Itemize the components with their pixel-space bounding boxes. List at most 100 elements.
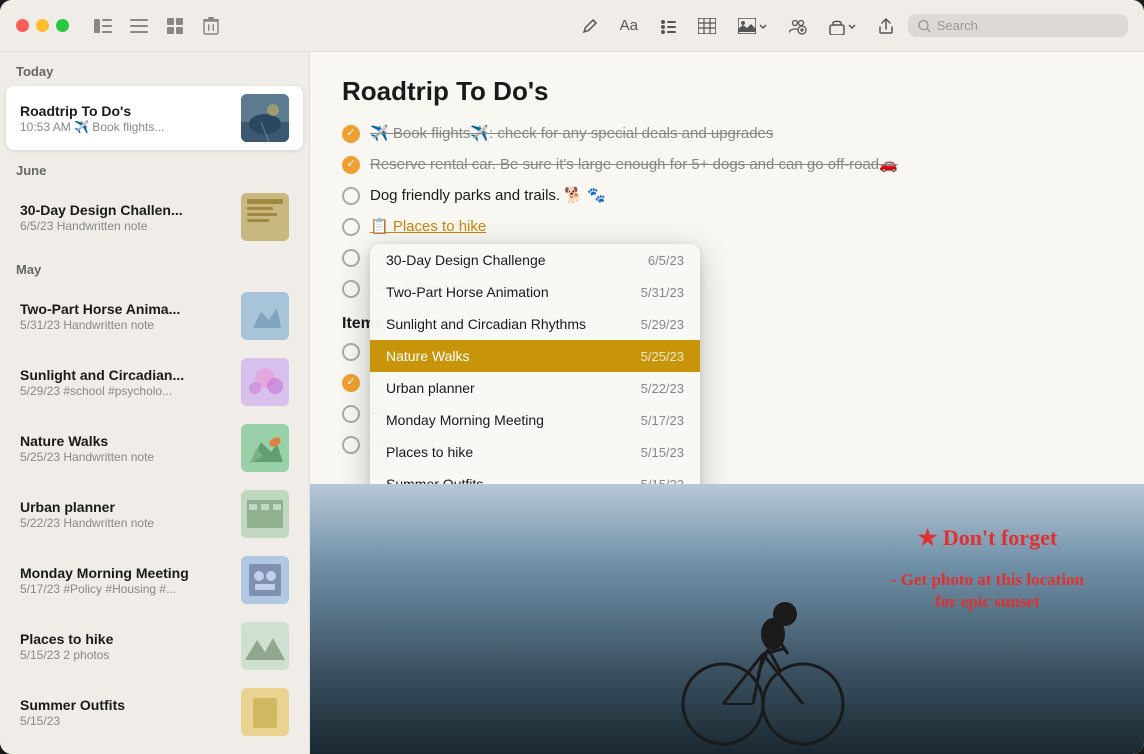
silhouette-figure bbox=[673, 554, 853, 754]
dropdown-item-title: Nature Walks bbox=[386, 348, 470, 364]
autocomplete-dropdown[interactable]: 30-Day Design Challenge 6/5/23 Two-Part … bbox=[370, 244, 700, 484]
checklist-link-4[interactable]: 📋 Places to hike bbox=[370, 216, 486, 237]
dropdown-item-3[interactable]: Nature Walks 5/25/23 bbox=[370, 340, 700, 372]
format-button[interactable] bbox=[652, 13, 684, 39]
note-item-nature[interactable]: Nature Walks 5/25/23 Handwritten note bbox=[6, 416, 303, 480]
minimize-button[interactable] bbox=[36, 19, 49, 32]
sidebar: Today Roadtrip To Do's 10:53 AM ✈️ Book … bbox=[0, 52, 310, 754]
note-title: Places to hike bbox=[20, 631, 231, 647]
dropdown-item-4[interactable]: Urban planner 5/22/23 bbox=[370, 372, 700, 404]
gallery-icon bbox=[167, 18, 183, 34]
note-thumbnail bbox=[241, 193, 289, 241]
note-thumbnail bbox=[241, 490, 289, 538]
trash-icon bbox=[203, 17, 219, 35]
note-title: Urban planner bbox=[20, 499, 231, 515]
search-bar[interactable] bbox=[908, 14, 1128, 37]
section-june: June bbox=[0, 151, 309, 184]
compose-button[interactable] bbox=[574, 13, 606, 39]
note-meta: 5/29/23 #school #psycholo... bbox=[20, 384, 231, 398]
checkbox-5[interactable] bbox=[342, 249, 360, 267]
font-button[interactable]: Aa bbox=[612, 12, 646, 39]
checkbox-6[interactable] bbox=[342, 280, 360, 298]
dropdown-item-title: Two-Part Horse Animation bbox=[386, 284, 549, 300]
section-checkbox-4[interactable] bbox=[342, 436, 360, 454]
note-meta: 5/15/23 2 photos bbox=[20, 648, 231, 662]
toolbar-right: Aa bbox=[574, 12, 1128, 40]
note-title: Summer Outfits bbox=[20, 697, 231, 713]
checkbox-2[interactable]: ✓ bbox=[342, 156, 360, 174]
delete-button[interactable] bbox=[197, 12, 225, 40]
list-view-button[interactable] bbox=[125, 12, 153, 40]
dropdown-item-date: 5/17/23 bbox=[641, 413, 684, 428]
note-item-monday[interactable]: Monday Morning Meeting 5/17/23 #Policy #… bbox=[6, 548, 303, 612]
media-button[interactable] bbox=[730, 13, 775, 39]
table-button[interactable] bbox=[690, 13, 724, 39]
thumb-image bbox=[241, 94, 289, 142]
search-icon bbox=[918, 19, 931, 33]
checkbox-1[interactable]: ✓ bbox=[342, 125, 360, 143]
list-icon bbox=[130, 19, 148, 33]
dropdown-item-1[interactable]: Two-Part Horse Animation 5/31/23 bbox=[370, 276, 700, 308]
checklist-item-1: ✓ ✈️ Book flights✈️: check for any speci… bbox=[342, 123, 1112, 144]
share-icon bbox=[878, 17, 894, 35]
note-item-horse[interactable]: Two-Part Horse Anima... 5/31/23 Handwrit… bbox=[6, 284, 303, 348]
collab-button[interactable] bbox=[781, 12, 815, 40]
sidebar-toggle-button[interactable] bbox=[89, 12, 117, 40]
note-meta: 10:53 AM ✈️ Book flights... bbox=[20, 120, 231, 134]
checkbox-3[interactable] bbox=[342, 187, 360, 205]
note-title: Sunlight and Circadian... bbox=[20, 367, 231, 383]
dropdown-item-title: Sunlight and Circadian Rhythms bbox=[386, 316, 586, 332]
checklist-text-3: Dog friendly parks and trails. 🐕 🐾 bbox=[370, 185, 606, 206]
section-checkbox-2[interactable]: ✓ bbox=[342, 374, 360, 392]
lock-button[interactable] bbox=[821, 12, 864, 40]
thumb-image bbox=[241, 622, 289, 670]
thumb-image bbox=[241, 424, 289, 472]
note-item-summer[interactable]: Summer Outfits 5/15/23 bbox=[6, 680, 303, 744]
note-thumbnail bbox=[241, 622, 289, 670]
note-title: Nature Walks bbox=[20, 433, 231, 449]
note-title: 30-Day Design Challen... bbox=[20, 202, 231, 218]
chevron-down-icon bbox=[759, 22, 767, 30]
format-icon bbox=[660, 18, 676, 34]
thumb-image bbox=[241, 358, 289, 406]
note-info: Places to hike 5/15/23 2 photos bbox=[20, 631, 231, 662]
section-checkbox-1[interactable] bbox=[342, 343, 360, 361]
note-item-hike[interactable]: Places to hike 5/15/23 2 photos bbox=[6, 614, 303, 678]
checkbox-4[interactable] bbox=[342, 218, 360, 236]
checklist-item-2: ✓ Reserve rental car. Be sure it's large… bbox=[342, 154, 1112, 175]
note-item-roadtrip[interactable]: Roadtrip To Do's 10:53 AM ✈️ Book flight… bbox=[6, 86, 303, 150]
section-checkbox-3[interactable] bbox=[342, 405, 360, 423]
note-info: Monday Morning Meeting 5/17/23 #Policy #… bbox=[20, 565, 231, 596]
lock-chevron-icon bbox=[848, 22, 856, 30]
gallery-view-button[interactable] bbox=[161, 12, 189, 40]
note-editor: Roadtrip To Do's ✓ ✈️ Book flights✈️: ch… bbox=[310, 52, 1144, 754]
dropdown-item-5[interactable]: Monday Morning Meeting 5/17/23 bbox=[370, 404, 700, 436]
note-item-urban[interactable]: Urban planner 5/22/23 Handwritten note bbox=[6, 482, 303, 546]
note-item-30day[interactable]: 30-Day Design Challen... 6/5/23 Handwrit… bbox=[6, 185, 303, 249]
thumb-image bbox=[241, 688, 289, 736]
note-meta: 5/15/23 bbox=[20, 714, 231, 728]
section-may: May bbox=[0, 250, 309, 283]
share-button[interactable] bbox=[870, 12, 902, 40]
dropdown-item-0[interactable]: 30-Day Design Challenge 6/5/23 bbox=[370, 244, 700, 276]
dropdown-item-date: 5/15/23 bbox=[641, 477, 684, 485]
search-input[interactable] bbox=[937, 18, 1118, 33]
dropdown-item-2[interactable]: Sunlight and Circadian Rhythms 5/29/23 bbox=[370, 308, 700, 340]
dropdown-item-6[interactable]: Places to hike 5/15/23 bbox=[370, 436, 700, 468]
maximize-button[interactable] bbox=[56, 19, 69, 32]
handwritten-line3: for epic sunset bbox=[891, 591, 1084, 613]
dropdown-item-date: 5/31/23 bbox=[641, 285, 684, 300]
note-title: Monday Morning Meeting bbox=[20, 565, 231, 581]
note-editor-content[interactable]: Roadtrip To Do's ✓ ✈️ Book flights✈️: ch… bbox=[310, 52, 1144, 484]
handwritten-line2: - Get photo at this location bbox=[891, 569, 1084, 591]
dropdown-item-7[interactable]: Summer Outfits 5/15/23 bbox=[370, 468, 700, 484]
note-item-sunlight[interactable]: Sunlight and Circadian... 5/29/23 #schoo… bbox=[6, 350, 303, 414]
note-info: Nature Walks 5/25/23 Handwritten note bbox=[20, 433, 231, 464]
dropdown-item-title: Places to hike bbox=[386, 444, 473, 460]
close-button[interactable] bbox=[16, 19, 29, 32]
app-window: Aa bbox=[0, 0, 1144, 754]
note-info: Two-Part Horse Anima... 5/31/23 Handwrit… bbox=[20, 301, 231, 332]
note-thumbnail bbox=[241, 424, 289, 472]
handwritten-line1: ★ Don't forget bbox=[891, 524, 1084, 553]
checklist-text-1: ✈️ Book flights✈️: check for any special… bbox=[370, 123, 773, 144]
